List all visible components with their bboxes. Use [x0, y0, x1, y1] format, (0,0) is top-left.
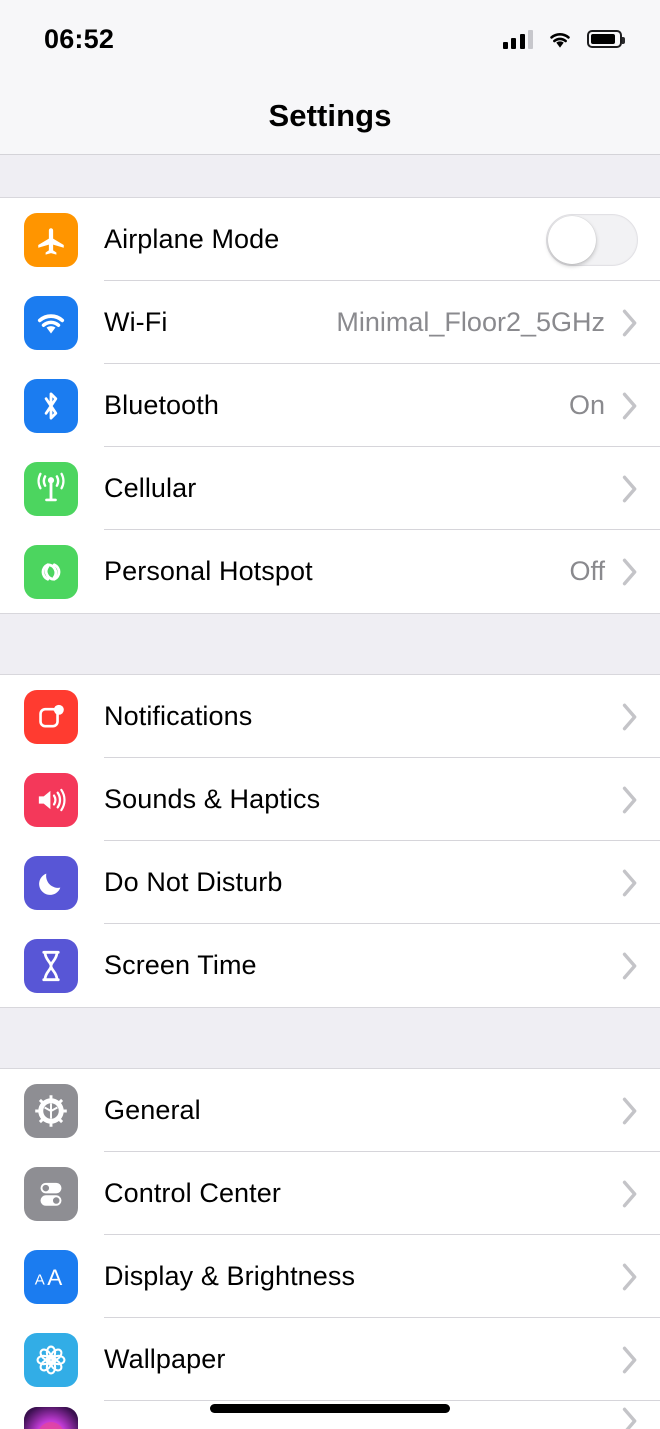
row-label: Notifications — [104, 701, 253, 731]
status-bar: 06:52 — [0, 0, 660, 78]
group-separator-alerts — [0, 613, 660, 675]
battery-icon — [587, 30, 625, 48]
airplane-mode-toggle[interactable] — [546, 213, 638, 266]
row-label: Control Center — [104, 1178, 281, 1208]
bluetooth-icon — [24, 378, 78, 433]
row-label: Display & Brightness — [104, 1261, 356, 1291]
group-connectivity: Airplane Mode Wi-Fi Minimal_Floor2_5GHz … — [0, 198, 660, 613]
row-general[interactable]: General — [0, 1069, 660, 1152]
row-wifi[interactable]: Wi-Fi Minimal_Floor2_5GHz — [0, 281, 660, 364]
row-value: On — [568, 390, 605, 420]
control-center-icon — [24, 1166, 78, 1221]
row-screen-time[interactable]: Screen Time — [0, 924, 660, 1007]
chevron-right-icon — [622, 1407, 637, 1429]
svg-text:A: A — [47, 1265, 62, 1290]
chevron-right-icon — [622, 869, 637, 896]
row-personal-hotspot[interactable]: Personal Hotspot Off — [0, 530, 660, 613]
group-alerts: Notifications Sounds & Haptics Do Not Di… — [0, 675, 660, 1007]
navigation-bar: Settings — [0, 78, 660, 155]
gear-icon — [24, 1083, 78, 1138]
settings-screen: 06:52 Settings Airplane Mode Wi-Fi Minim… — [0, 0, 660, 1429]
notifications-icon — [24, 689, 78, 744]
row-bluetooth[interactable]: Bluetooth On — [0, 364, 660, 447]
chevron-right-icon — [622, 558, 637, 585]
page-title: Settings — [268, 98, 392, 133]
group-separator-system — [0, 1007, 660, 1069]
row-wallpaper[interactable]: Wallpaper — [0, 1318, 660, 1401]
cellular-antenna-icon — [24, 461, 78, 516]
row-value: Minimal_Floor2_5GHz — [336, 307, 605, 337]
wifi-icon — [24, 295, 78, 350]
airplane-icon — [24, 212, 78, 267]
row-value: Off — [569, 556, 605, 586]
chevron-right-icon — [622, 392, 637, 419]
flower-icon — [24, 1332, 78, 1387]
row-label: Wi-Fi — [104, 307, 168, 337]
siri-icon — [24, 1407, 78, 1429]
row-sounds-haptics[interactable]: Sounds & Haptics — [0, 758, 660, 841]
status-indicators — [502, 29, 625, 49]
chevron-right-icon — [622, 475, 637, 502]
speaker-icon — [24, 772, 78, 827]
row-label: Cellular — [104, 473, 197, 503]
hourglass-icon — [24, 938, 78, 993]
status-time: 06:52 — [44, 23, 115, 54]
home-indicator[interactable] — [210, 1404, 450, 1413]
row-label: Bluetooth — [104, 390, 219, 420]
row-label: Personal Hotspot — [104, 556, 313, 586]
text-size-icon: A A — [24, 1249, 78, 1304]
row-notifications[interactable]: Notifications — [0, 675, 660, 758]
chevron-right-icon — [622, 703, 637, 730]
chevron-right-icon — [622, 1346, 637, 1373]
chevron-right-icon — [622, 1180, 637, 1207]
row-airplane-mode[interactable]: Airplane Mode — [0, 198, 660, 281]
hotspot-link-icon — [24, 544, 78, 599]
row-do-not-disturb[interactable]: Do Not Disturb — [0, 841, 660, 924]
group-system: General Control Center A A Display & Bri… — [0, 1069, 660, 1429]
row-label: General — [104, 1095, 201, 1125]
chevron-right-icon — [622, 952, 637, 979]
chevron-right-icon — [622, 1097, 637, 1124]
chevron-right-icon — [622, 309, 637, 336]
row-label: Wallpaper — [104, 1344, 226, 1374]
row-control-center[interactable]: Control Center — [0, 1152, 660, 1235]
row-label: Do Not Disturb — [104, 867, 283, 897]
wifi-icon — [550, 33, 570, 48]
row-label: Sounds & Haptics — [104, 784, 321, 814]
svg-text:A: A — [35, 1271, 45, 1288]
chevron-right-icon — [622, 1263, 637, 1290]
moon-icon — [24, 855, 78, 910]
row-display-brightness[interactable]: A A Display & Brightness — [0, 1235, 660, 1318]
chevron-right-icon — [622, 786, 637, 813]
row-cellular[interactable]: Cellular — [0, 447, 660, 530]
signal-bars-icon — [502, 29, 533, 49]
row-label: Screen Time — [104, 950, 257, 980]
group-separator-top — [0, 155, 660, 198]
row-label: Airplane Mode — [104, 224, 280, 254]
toggle-knob — [548, 215, 596, 264]
